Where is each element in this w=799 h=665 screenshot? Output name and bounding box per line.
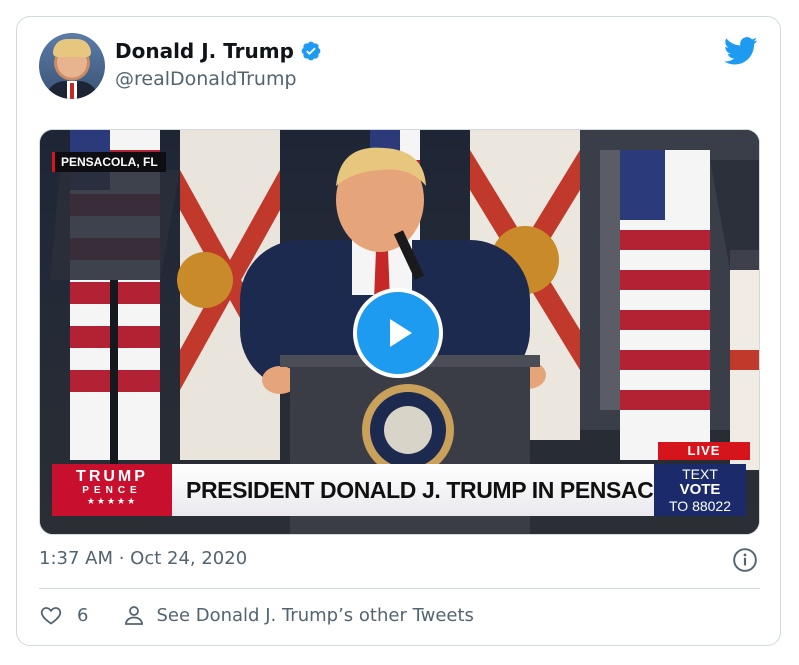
vote-text-label: TEXT xyxy=(682,466,718,482)
logo-stars: ★★★★★ xyxy=(86,497,138,507)
play-button[interactable] xyxy=(353,288,443,378)
person-icon xyxy=(125,606,144,625)
logo-line-pence: PENCE xyxy=(82,485,142,496)
twitter-bird-icon[interactable] xyxy=(723,37,758,69)
banner-headline: PRESIDENT DONALD J. TRUMP IN PENSACOLA, … xyxy=(172,464,654,516)
location-tag: PENSACOLA, FL xyxy=(52,152,166,172)
play-icon xyxy=(390,319,412,347)
tweet-card[interactable]: Donald J. Trump @realDonaldTrump PENSACO… xyxy=(16,16,781,646)
author-avatar[interactable] xyxy=(39,33,105,99)
divider xyxy=(39,588,760,589)
info-icon[interactable] xyxy=(732,547,758,577)
author-name-row[interactable]: Donald J. Trump xyxy=(115,39,322,63)
like-button[interactable]: 6 xyxy=(39,603,88,627)
logo-line-trump: TRUMP xyxy=(76,468,148,485)
lower-third-banner: TRUMP PENCE ★★★★★ PRESIDENT DONALD J. TR… xyxy=(52,464,746,516)
video-player[interactable]: PENSACOLA, FL LIVE TRUMP PENCE ★★★★★ PRE… xyxy=(39,129,760,535)
other-tweets-label[interactable]: See Donald J. Trump’s other Tweets xyxy=(156,605,473,626)
tweet-timestamp[interactable]: 1:37 AM · Oct 24, 2020 xyxy=(39,548,247,569)
author-name[interactable]: Donald J. Trump xyxy=(115,39,294,63)
tweet-actions: 6 See Donald J. Trump’s other Tweets xyxy=(39,603,474,627)
like-count: 6 xyxy=(77,604,89,626)
other-tweets-link[interactable]: See Donald J. Trump’s other Tweets xyxy=(122,603,474,627)
text-vote-box: TEXT VOTE TO 88022 xyxy=(654,464,746,516)
verified-badge-icon xyxy=(300,40,322,62)
live-badge: LIVE xyxy=(658,442,750,460)
avatar-hair xyxy=(53,39,91,57)
author-handle[interactable]: @realDonaldTrump xyxy=(115,68,297,90)
avatar-tie xyxy=(70,83,74,99)
vote-number: TO 88022 xyxy=(668,498,731,514)
vote-keyword: VOTE xyxy=(679,481,721,498)
campaign-logo: TRUMP PENCE ★★★★★ xyxy=(52,464,172,516)
heart-icon xyxy=(40,607,62,625)
